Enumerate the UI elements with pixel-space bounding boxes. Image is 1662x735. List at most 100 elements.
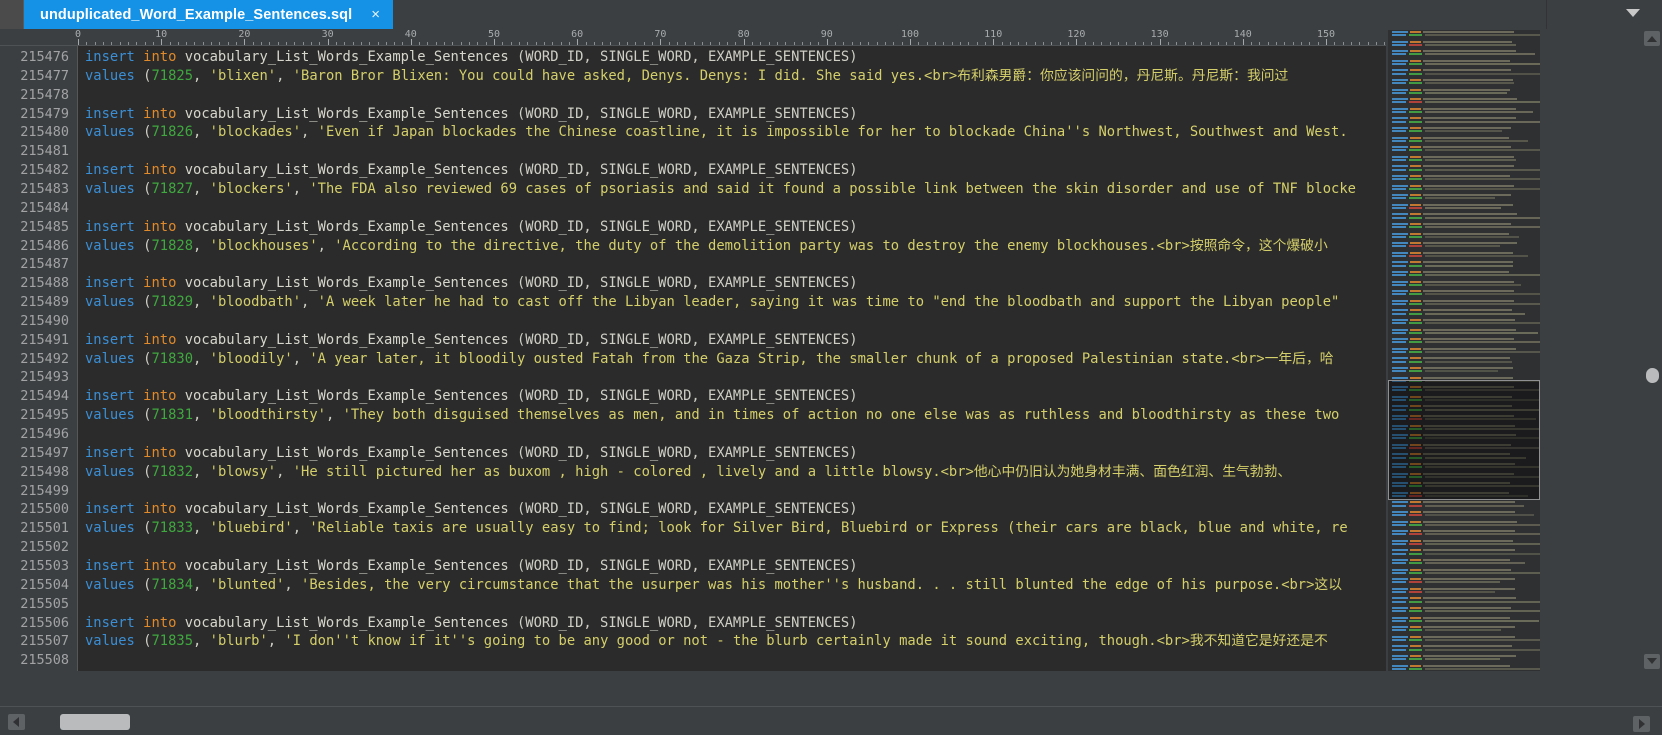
minimap-token bbox=[1409, 159, 1422, 161]
minimap-token bbox=[1409, 629, 1422, 632]
sql-number: 71825 bbox=[151, 67, 194, 84]
triangle-up-icon[interactable] bbox=[1644, 31, 1660, 46]
minimap-token bbox=[1425, 245, 1500, 248]
minimap-token bbox=[1409, 389, 1422, 392]
minimap-token bbox=[1410, 290, 1421, 293]
code-line[interactable]: values (71829, 'bloodbath', 'A week late… bbox=[85, 293, 1339, 312]
minimap-token bbox=[1392, 255, 1406, 257]
horizontal-scrollbar-thumb[interactable] bbox=[59, 714, 130, 730]
minimap-token bbox=[1392, 427, 1406, 430]
minimap-token bbox=[1392, 399, 1406, 401]
code-line[interactable]: insert into vocabulary_List_Words_Exampl… bbox=[85, 557, 858, 576]
sql-table-name: vocabulary_List_Words_Example_Sentences bbox=[184, 444, 509, 461]
cjk-text: 一年后，哈 bbox=[1264, 350, 1334, 367]
triangle-right-icon[interactable] bbox=[1633, 716, 1650, 732]
ruler-label: 70 bbox=[654, 29, 667, 40]
minimap-token bbox=[1392, 187, 1406, 190]
minimap-token bbox=[1423, 511, 1515, 513]
ruler-tick bbox=[410, 39, 412, 45]
code-line[interactable]: values (71826, 'blockades', 'Even if Jap… bbox=[85, 123, 1348, 142]
minimap-token bbox=[1409, 53, 1422, 56]
minimap-token bbox=[1392, 520, 1408, 523]
minimap-token bbox=[1392, 299, 1408, 302]
close-icon[interactable]: × bbox=[368, 7, 383, 22]
minimap-token bbox=[1425, 456, 1527, 459]
minimap-token bbox=[1392, 571, 1406, 574]
ruler-tick bbox=[1242, 39, 1244, 45]
minimap-token bbox=[1423, 376, 1513, 379]
code-editor[interactable]: 215476 215477 215478 215479 215480 215481 2154… bbox=[0, 46, 1386, 671]
sql-string-sentence: 'A week later he had to cast off the Lib… bbox=[317, 294, 1340, 311]
ruler-gutter bbox=[0, 29, 78, 45]
minimap-token bbox=[1425, 523, 1540, 526]
code-line[interactable]: values (71825, 'blixen', 'Baron Bror Bli… bbox=[85, 67, 1288, 86]
code-line[interactable]: values (71835, 'blurb', 'I don''t know i… bbox=[85, 632, 1328, 651]
line-number: 215479 bbox=[20, 105, 69, 122]
minimap-token bbox=[1392, 658, 1406, 661]
minimap-token bbox=[1392, 437, 1406, 440]
code-line[interactable]: values (71830, 'bloodily', 'A year later… bbox=[85, 350, 1334, 369]
minimap-token bbox=[1392, 386, 1408, 389]
minimap-token bbox=[1423, 40, 1512, 43]
line-number: 215487 bbox=[20, 256, 69, 273]
vertical-scrollbar-thumb[interactable] bbox=[1646, 368, 1659, 384]
minimap-token bbox=[1392, 667, 1406, 670]
minimap-token bbox=[1423, 127, 1511, 129]
sql-comma: , bbox=[193, 407, 202, 424]
minimap-token bbox=[1392, 63, 1406, 65]
minimap-token bbox=[1410, 338, 1421, 341]
minimap-token bbox=[1425, 312, 1526, 315]
sql-string-sentence: 'The FDA also reviewed 69 cases of psori… bbox=[309, 180, 1356, 197]
vertical-scrollbar[interactable] bbox=[1642, 29, 1662, 671]
editor-tab-active[interactable]: unduplicated_Word_Example_Sentences.sql … bbox=[24, 0, 394, 29]
line-number: 215491 bbox=[20, 331, 69, 348]
code-line[interactable]: values (71827, 'blockers', 'The FDA also… bbox=[85, 180, 1356, 199]
minimap-token bbox=[1409, 72, 1422, 75]
minimap-token bbox=[1425, 53, 1535, 56]
minimap-token bbox=[1425, 43, 1516, 46]
minimap-token bbox=[1423, 338, 1515, 341]
triangle-down-icon[interactable] bbox=[1644, 654, 1660, 669]
minimap-token bbox=[1410, 491, 1421, 494]
chevron-down-icon[interactable] bbox=[1626, 9, 1640, 17]
code-line[interactable]: insert into vocabulary_List_Words_Exampl… bbox=[85, 444, 858, 463]
sql-comma: , bbox=[267, 633, 277, 650]
minimap-token bbox=[1409, 120, 1422, 123]
code-line[interactable]: values (71832, 'blowsy', 'He still pictu… bbox=[85, 463, 1291, 482]
code-line[interactable]: insert into vocabulary_List_Words_Exampl… bbox=[85, 500, 858, 519]
sql-keyword: insert bbox=[85, 501, 135, 518]
minimap-token bbox=[1409, 418, 1422, 421]
code-content[interactable]: insert into vocabulary_List_Words_Exampl… bbox=[85, 46, 1386, 671]
code-line[interactable]: insert into vocabulary_List_Words_Exampl… bbox=[85, 48, 858, 67]
minimap-token bbox=[1392, 616, 1408, 619]
code-line[interactable]: values (71833, 'bluebird', 'Reliable tax… bbox=[85, 519, 1348, 538]
minimap-token bbox=[1392, 405, 1408, 408]
sql-keyword: insert bbox=[85, 444, 135, 461]
minimap-token bbox=[1423, 117, 1516, 120]
minimap-token bbox=[1423, 194, 1511, 197]
code-line[interactable]: insert into vocabulary_List_Words_Exampl… bbox=[85, 387, 858, 406]
minimap-token bbox=[1410, 117, 1421, 120]
code-minimap[interactable] bbox=[1388, 30, 1540, 671]
triangle-left-icon[interactable] bbox=[8, 714, 25, 730]
code-line[interactable]: insert into vocabulary_List_Words_Exampl… bbox=[85, 161, 858, 180]
code-line[interactable]: insert into vocabulary_List_Words_Exampl… bbox=[85, 331, 858, 350]
minimap-token bbox=[1410, 271, 1421, 273]
minimap-token bbox=[1425, 341, 1540, 344]
minimap-token bbox=[1392, 456, 1406, 459]
code-line[interactable]: values (71831, 'bloodthirsty', 'They bot… bbox=[85, 406, 1348, 425]
sql-keyword: values bbox=[85, 520, 135, 537]
minimap-token bbox=[1423, 31, 1514, 33]
horizontal-scrollbar[interactable] bbox=[0, 706, 1662, 735]
minimap-token bbox=[1392, 635, 1408, 638]
code-line[interactable]: insert into vocabulary_List_Words_Exampl… bbox=[85, 274, 858, 293]
code-line[interactable]: insert into vocabulary_List_Words_Exampl… bbox=[85, 218, 858, 237]
code-line[interactable]: values (71834, 'blunted', 'Besides, the … bbox=[85, 576, 1342, 595]
minimap-token bbox=[1425, 101, 1540, 104]
code-line[interactable]: insert into vocabulary_List_Words_Exampl… bbox=[85, 105, 858, 124]
minimap-token bbox=[1423, 415, 1515, 417]
minimap-token bbox=[1423, 165, 1515, 168]
code-line[interactable]: values (71828, 'blockhouses', 'According… bbox=[85, 237, 1328, 256]
code-line[interactable]: insert into vocabulary_List_Words_Exampl… bbox=[85, 614, 858, 633]
sql-keyword: insert bbox=[85, 331, 135, 348]
